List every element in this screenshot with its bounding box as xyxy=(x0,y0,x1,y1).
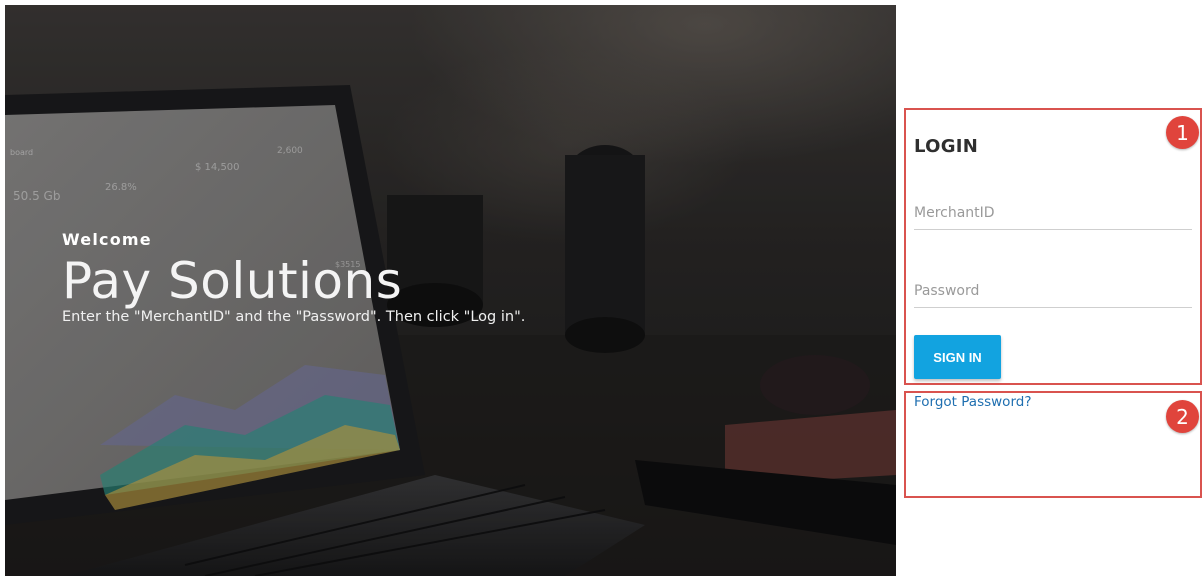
password-input[interactable] xyxy=(914,274,1192,308)
hero-background: board 50.5 Gb 26.8% $ 14,500 2,600 $3515… xyxy=(5,5,896,576)
callout-marker-2: 2 xyxy=(1166,400,1199,433)
callout-marker-1: 1 xyxy=(1166,116,1199,149)
welcome-heading: Welcome xyxy=(62,230,152,249)
merchant-id-input[interactable] xyxy=(914,196,1192,230)
brand-title: Pay Solutions xyxy=(62,252,403,310)
login-instructions: Enter the "MerchantID" and the "Password… xyxy=(62,309,526,325)
hero-text: Welcome Pay Solutions Enter the "Merchan… xyxy=(62,230,525,325)
forgot-password-link[interactable]: Forgot Password? xyxy=(914,394,1032,410)
sign-in-button[interactable]: SIGN IN xyxy=(914,335,1001,379)
login-title: LOGIN xyxy=(914,136,979,157)
